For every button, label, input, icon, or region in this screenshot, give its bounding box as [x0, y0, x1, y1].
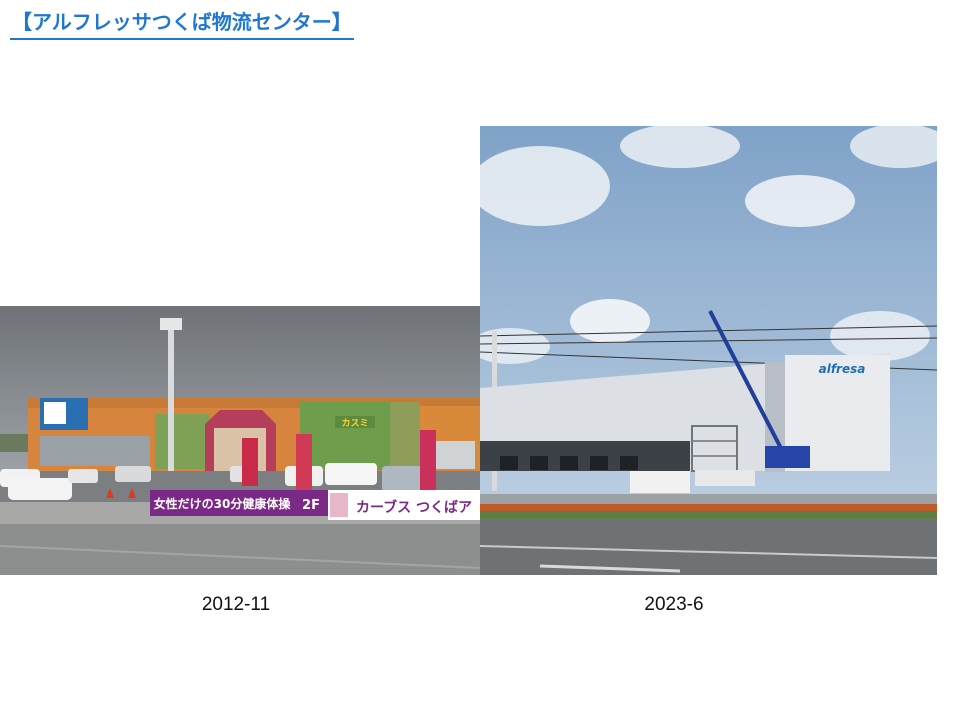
photo-2012-shopping-center: カスミ 女性だけの30分健康体操 2F カーブス つくばア — [0, 306, 480, 575]
photo-2023-logistics-center: alfresa — [480, 126, 937, 575]
curves-banner-text: カーブス つくばア — [356, 499, 472, 516]
crane-truck — [765, 446, 810, 468]
photo-caption-2023: 2023-6 — [644, 594, 704, 615]
store-sign-text: カスミ — [341, 418, 368, 429]
page-title: 【アルフレッサつくば物流センター】 — [10, 6, 354, 40]
fitness-banner-floor: 2F — [302, 498, 320, 513]
fitness-banner-text: 女性だけの30分健康体操 — [154, 496, 292, 511]
light-pole — [168, 326, 174, 486]
photo-caption-2012: 2012-11 — [201, 594, 271, 615]
alfresa-logo-text: alfresa — [819, 362, 866, 376]
